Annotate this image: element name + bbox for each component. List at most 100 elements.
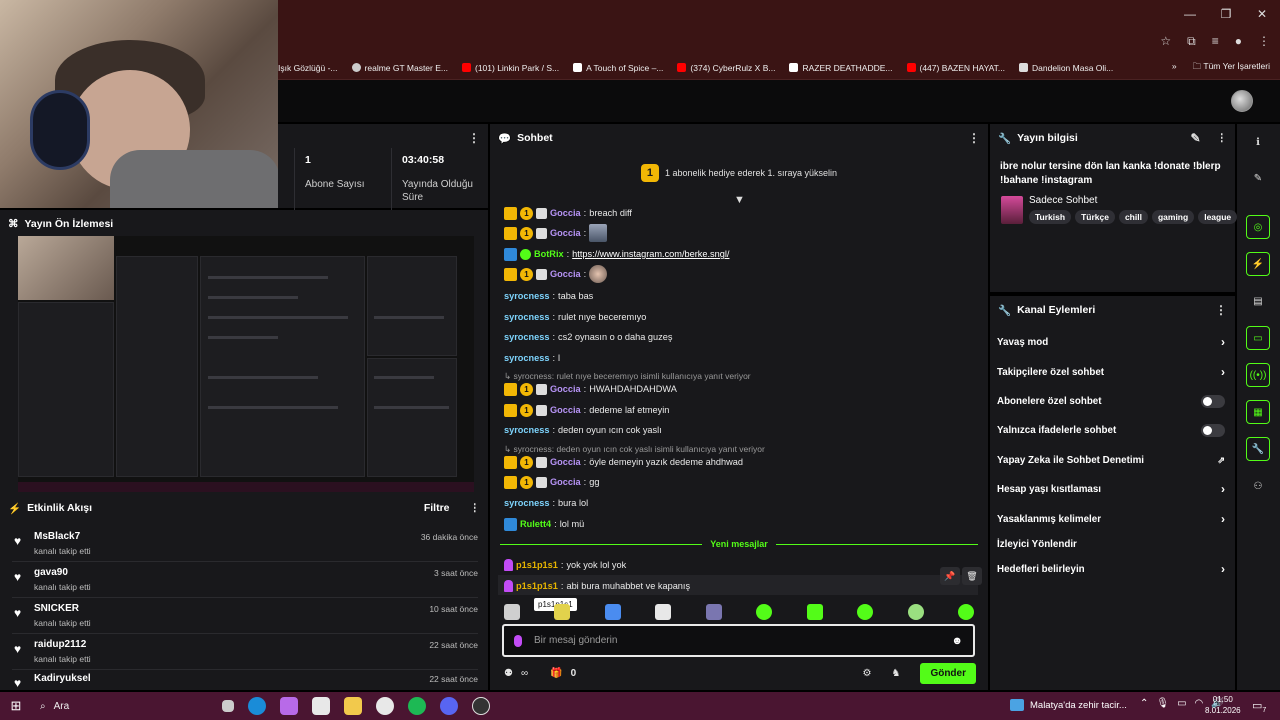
chrome-icon[interactable] — [376, 697, 394, 715]
bookmark[interactable]: (447) BAZEN HAYAT... — [906, 63, 1005, 73]
action-set-goals[interactable]: Hedefleri belirleyin › — [997, 558, 1225, 580]
layout-icon[interactable]: ▦ — [1246, 400, 1270, 424]
tag[interactable]: gaming — [1151, 210, 1195, 224]
emotes-only-toggle[interactable] — [1201, 423, 1225, 437]
target-icon[interactable]: ◎ — [1246, 215, 1270, 239]
kebab-menu-icon[interactable]: ⋮ — [1217, 132, 1228, 144]
emote-icon[interactable] — [705, 604, 722, 620]
profile-icon[interactable]: ● — [1235, 34, 1242, 49]
wrench-icon[interactable]: 🔧 — [1246, 437, 1270, 461]
users-icon[interactable]: ⚇ — [1246, 474, 1270, 498]
kebab-menu-icon[interactable]: ⋮ — [470, 502, 481, 514]
kebab-menu-icon[interactable]: ⋮ — [968, 131, 980, 145]
emote-icon[interactable] — [806, 604, 823, 620]
tag[interactable]: league — [1198, 210, 1238, 224]
chat-message[interactable]: 1 Goccia: — [504, 265, 608, 283]
bookmark[interactable]: A Touch of Spice –... — [573, 63, 663, 73]
edit-pencil-icon[interactable]: ✎ — [1190, 131, 1200, 145]
action-followers-only[interactable]: Takipçilere özel sohbet › — [997, 361, 1225, 383]
taskbar-clock[interactable]: 01:50 8.01.2026 — [1205, 695, 1241, 717]
subscribers-only-toggle[interactable] — [1201, 394, 1225, 408]
microphone-icon[interactable] — [514, 634, 522, 647]
chat-link[interactable]: https://www.instagram.com/berke.sngl/ — [572, 249, 729, 259]
chevron-up-icon[interactable]: ⌃ — [1140, 698, 1148, 709]
more-bookmarks-button[interactable]: » — [1172, 61, 1177, 75]
menu-icon[interactable]: ⋮ — [1258, 34, 1270, 49]
edge-icon[interactable] — [248, 697, 266, 715]
chat-message[interactable]: p1s1p1s1: yok yok lol yok — [504, 556, 626, 574]
chat-message[interactable]: syrocness: deden oyun ıcın cok yaslı — [504, 421, 662, 439]
chat-message[interactable]: syrocness: cs2 oynasın o o daha guzeş — [504, 328, 672, 346]
list-item[interactable]: ♥ SNICKER kanalı takip etti 10 saat önce — [12, 600, 478, 634]
chat-message[interactable]: 1 Goccia: HWAHDAHDAHDWA — [504, 380, 677, 398]
trash-icon[interactable]: 🗑 — [962, 567, 982, 585]
action-host[interactable]: İzleyici Yönlendir — [997, 533, 1225, 555]
action-banned-words[interactable]: Yasaklanmış kelimeler › — [997, 508, 1225, 530]
emoji-icon[interactable]: ☻ — [951, 635, 963, 647]
mod-tools-icon[interactable]: ♞ — [891, 668, 900, 679]
emote-icon[interactable] — [554, 604, 571, 620]
list-item[interactable]: ♥ MsBlack7 kanalı takip etti 36 dakika önce — [12, 528, 478, 562]
windows-start-icon[interactable]: ⊞ — [0, 698, 32, 714]
emote-icon[interactable] — [756, 604, 773, 620]
chat-message[interactable]: syrocness: bura lol — [504, 494, 588, 512]
emote-icon[interactable] — [655, 604, 672, 620]
notifications-icon[interactable]: ▭7 — [1252, 699, 1266, 714]
obs-icon[interactable] — [472, 697, 490, 715]
chat-message[interactable]: 1 Goccia: dedeme laf etmeyin — [504, 401, 669, 419]
task-view-icon[interactable] — [222, 700, 234, 712]
action-account-age[interactable]: Hesap yaşı kısıtlaması › — [997, 478, 1225, 500]
list-item[interactable]: ♥ raidup2112 kanalı takip etti 22 saat önce — [12, 636, 478, 670]
discord-icon[interactable] — [440, 697, 458, 715]
restore-icon[interactable]: ❐ — [1208, 0, 1244, 28]
wifi-icon[interactable]: ◠ — [1195, 698, 1204, 709]
gift-icon[interactable]: 🎁 — [550, 668, 562, 679]
chat-message[interactable]: syrocness: l — [504, 349, 560, 367]
sub-leaderboard-banner[interactable]: 1 1 abonelik hediye ederek 1. sıraya yük… — [490, 154, 988, 192]
spotify-icon[interactable] — [408, 697, 426, 715]
chat-message[interactable]: 1 Goccia: — [504, 224, 608, 242]
all-bookmarks-folder[interactable]: 🗀 Tüm Yer İşaretleri — [1193, 61, 1270, 75]
taskbar-search[interactable]: ⌕ Ara — [32, 692, 212, 720]
list-item[interactable]: ♥ gava90 kanalı takip etti 3 saat önce — [12, 564, 478, 598]
action-ai-moderation[interactable]: Yapay Zeka ile Sohbet Denetimi ⇗ — [997, 449, 1225, 471]
collapse-icon[interactable]: ▼ — [734, 194, 745, 206]
document-icon[interactable]: ▤ — [1246, 289, 1270, 313]
broadcast-icon[interactable]: ((•)) — [1246, 363, 1270, 387]
store-icon[interactable] — [312, 697, 330, 715]
bookmark[interactable]: Dandelion Masa Oli... — [1019, 63, 1113, 73]
bookmark[interactable]: (101) Linkin Park / S... — [461, 63, 559, 73]
kebab-menu-icon[interactable]: ⋮ — [468, 131, 480, 145]
close-icon[interactable]: ✕ — [1244, 0, 1280, 28]
tag[interactable]: Türkçe — [1075, 210, 1115, 224]
chat-message[interactable]: syrocness: taba bas — [504, 287, 593, 305]
star-icon[interactable]: ☆ — [1160, 34, 1171, 49]
chat-message[interactable]: syrocness: rulet nıye beceremıyo — [504, 308, 646, 326]
file-explorer-icon[interactable] — [344, 697, 362, 715]
kebab-menu-icon[interactable]: ⋮ — [1215, 303, 1227, 317]
emote-icon[interactable] — [857, 604, 874, 620]
emote-icon[interactable] — [957, 604, 974, 620]
points-icon[interactable]: ⚉ — [504, 668, 513, 679]
tag[interactable]: Turkish — [1029, 210, 1072, 224]
info-icon[interactable]: ℹ — [1246, 130, 1270, 154]
chat-icon[interactable]: ▭ — [1246, 326, 1270, 350]
bookmark[interactable]: (374) CyberRulz X B... — [677, 63, 775, 73]
bookmark[interactable]: Işık Gözlüğü -... — [278, 63, 338, 73]
tag[interactable]: chill — [1118, 210, 1148, 224]
chat-message[interactable]: BotRix: https://www.instagram.com/berke.s… — [504, 245, 729, 263]
edit-pencil-icon[interactable]: ✎ — [1246, 166, 1270, 190]
bookmark[interactable]: realme GT Master E... — [351, 63, 448, 73]
stream-preview-video[interactable] — [18, 236, 474, 492]
pin-icon[interactable]: 📌 — [940, 567, 960, 585]
emote-icon[interactable] — [604, 604, 621, 620]
send-button[interactable]: Gönder — [920, 662, 976, 684]
bookmark[interactable]: RAZER DEATHADDE... — [789, 63, 893, 73]
news-widget[interactable]: Malatya'da zehir tacir... — [1010, 699, 1127, 711]
settings-gear-icon[interactable]: ⚙ — [863, 668, 872, 679]
chat-message[interactable]: p1s1p1s1: abi bura muhabbet ve kapanış — [504, 577, 690, 595]
emote-icon[interactable] — [907, 604, 924, 620]
action-slow-mode[interactable]: Yavaş mod › — [997, 331, 1225, 353]
chat-message[interactable]: Rulett4: lol mü — [504, 515, 584, 533]
extensions-icon[interactable]: ⧉ — [1187, 34, 1196, 49]
